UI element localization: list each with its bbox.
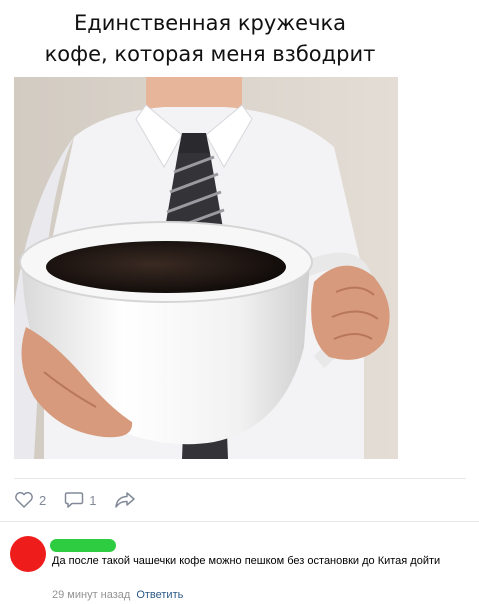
comment-button[interactable]: 1 bbox=[64, 491, 96, 509]
comment-timestamp[interactable]: 29 минут назад bbox=[52, 589, 130, 601]
comment-meta: 29 минут назад Ответить bbox=[52, 589, 183, 601]
caption-line-2: кофе, которая меня взбодрит bbox=[44, 42, 376, 66]
comments-divider bbox=[0, 521, 479, 522]
giant-coffee-cup-illustration bbox=[14, 77, 398, 459]
share-button[interactable] bbox=[114, 491, 136, 509]
heart-icon bbox=[15, 491, 33, 508]
reply-link[interactable]: Ответить bbox=[136, 589, 183, 601]
like-count: 2 bbox=[39, 492, 47, 508]
comment-icon bbox=[64, 492, 84, 508]
comment-text: Да после такой чашечки кофе можно пешком… bbox=[52, 555, 441, 567]
post-actions-bar: 2 1 bbox=[14, 488, 154, 512]
comment-count: 1 bbox=[89, 492, 97, 508]
post-caption: Единственная кружечка кофе, которая меня… bbox=[0, 8, 420, 70]
caption-line-1: Единственная кружечка bbox=[73, 11, 347, 35]
post-photo[interactable] bbox=[14, 77, 398, 459]
actions-divider bbox=[14, 478, 466, 479]
avatar[interactable] bbox=[10, 536, 46, 572]
like-button[interactable]: 2 bbox=[14, 491, 46, 509]
share-icon bbox=[115, 492, 136, 508]
comment-author-name-redacted[interactable] bbox=[50, 539, 116, 552]
